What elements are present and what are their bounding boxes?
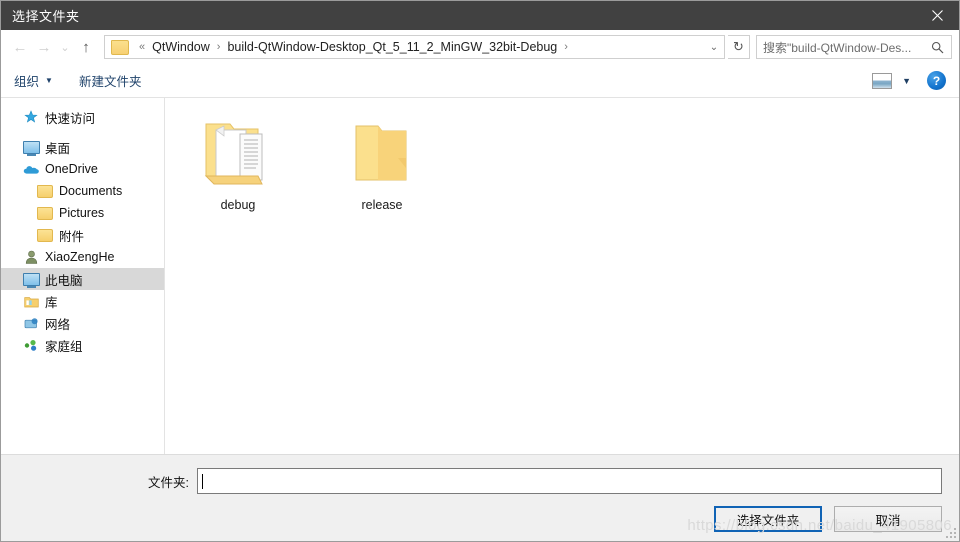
sidebar-item-label: Pictures bbox=[59, 206, 105, 220]
toolbar-right-group: ▼ ? bbox=[872, 71, 946, 90]
folder-field-row: 文件夹: bbox=[0, 455, 960, 494]
library-icon bbox=[22, 293, 40, 309]
sidebar-item-quick-access[interactable]: 快速访问 bbox=[0, 106, 164, 128]
refresh-icon[interactable]: ↻ bbox=[728, 35, 750, 59]
sidebar-item-label: 库 bbox=[45, 295, 58, 310]
homegroup-icon bbox=[22, 337, 40, 353]
sidebar-item-this-pc[interactable]: 此电脑 bbox=[0, 268, 164, 290]
select-folder-dialog: 选择文件夹 ← → ⌄ ↑ « QtWindow › build-QtWindo… bbox=[0, 0, 960, 542]
view-chevron-down-icon[interactable]: ▼ bbox=[902, 76, 911, 86]
sidebar-item-homegroup[interactable]: 家庭组 bbox=[0, 334, 164, 356]
breadcrumb-root-separator[interactable]: « bbox=[134, 41, 150, 53]
sidebar-item-label: 桌面 bbox=[45, 141, 71, 156]
recent-locations-chevron-down-icon[interactable]: ⌄ bbox=[56, 35, 74, 59]
sidebar-item-desktop[interactable]: 桌面 bbox=[0, 136, 164, 158]
navigation-pane: 快速访问 桌面 OneDrive Documents Pictures 附件 X… bbox=[0, 98, 165, 454]
monitor-icon bbox=[22, 139, 40, 156]
view-layout-icon[interactable] bbox=[872, 72, 893, 89]
breadcrumb-item-build-dir[interactable]: build-QtWindow-Desktop_Qt_5_11_2_MinGW_3… bbox=[225, 40, 559, 54]
button-row: 选择文件夹 取消 bbox=[0, 494, 960, 532]
sidebar-item-user[interactable]: XiaoZengHe bbox=[0, 246, 164, 268]
address-bar[interactable]: « QtWindow › build-QtWindow-Desktop_Qt_5… bbox=[104, 35, 725, 59]
breadcrumb-separator: › bbox=[216, 41, 221, 53]
command-toolbar: 组织 ▼ 新建文件夹 ▼ ? bbox=[0, 64, 960, 98]
sidebar-item-label: OneDrive bbox=[45, 162, 98, 176]
text-cursor bbox=[202, 473, 203, 489]
organize-button[interactable]: 组织 ▼ bbox=[14, 71, 53, 90]
forward-icon[interactable]: → bbox=[32, 35, 56, 59]
sidebar-item-label: Documents bbox=[59, 184, 123, 198]
sidebar-item-libraries[interactable]: 库 bbox=[0, 290, 164, 312]
breadcrumb-trailing-separator[interactable]: › bbox=[559, 41, 573, 53]
navigation-bar: ← → ⌄ ↑ « QtWindow › build-QtWindow-Desk… bbox=[0, 30, 960, 64]
new-folder-button[interactable]: 新建文件夹 bbox=[79, 71, 142, 90]
star-icon bbox=[22, 109, 40, 125]
folder-icon bbox=[36, 227, 54, 243]
sidebar-item-label: 附件 bbox=[59, 229, 85, 244]
breadcrumb-item-qtwindow[interactable]: QtWindow bbox=[150, 40, 212, 54]
sidebar-item-network[interactable]: 网络 bbox=[0, 312, 164, 334]
folder-icon bbox=[36, 183, 54, 199]
sidebar-item-attachments[interactable]: 附件 bbox=[0, 224, 164, 246]
folder-icon bbox=[36, 205, 54, 221]
dialog-footer: 文件夹: 选择文件夹 取消 https://blog.csdn.net/baid… bbox=[0, 454, 960, 542]
sidebar-item-documents[interactable]: Documents bbox=[0, 180, 164, 202]
window-title: 选择文件夹 bbox=[12, 8, 80, 24]
sidebar-item-label: XiaoZengHe bbox=[45, 250, 115, 264]
close-glyph bbox=[931, 9, 943, 21]
file-item-release[interactable]: release bbox=[327, 112, 437, 212]
closed-folder-icon bbox=[344, 116, 420, 188]
chevron-down-icon: ▼ bbox=[45, 76, 53, 85]
file-item-label: debug bbox=[220, 198, 256, 212]
close-icon[interactable] bbox=[914, 0, 960, 30]
user-icon bbox=[22, 249, 40, 265]
cloud-icon bbox=[22, 161, 40, 177]
sidebar-item-label: 快速访问 bbox=[45, 111, 96, 126]
search-input[interactable]: 搜索"build-QtWindow-Des... bbox=[756, 35, 952, 59]
title-bar: 选择文件夹 bbox=[0, 0, 960, 30]
help-icon[interactable]: ? bbox=[927, 71, 946, 90]
monitor-icon bbox=[22, 271, 40, 288]
sidebar-item-onedrive[interactable]: OneDrive bbox=[0, 158, 164, 180]
cancel-button[interactable]: 取消 bbox=[834, 506, 942, 532]
select-folder-button[interactable]: 选择文件夹 bbox=[714, 506, 822, 532]
file-list-pane[interactable]: debug release bbox=[165, 98, 960, 454]
dialog-body: 快速访问 桌面 OneDrive Documents Pictures 附件 X… bbox=[0, 98, 960, 454]
back-icon[interactable]: ← bbox=[8, 35, 32, 59]
folder-icon bbox=[111, 39, 129, 55]
sidebar-item-label: 此电脑 bbox=[45, 273, 83, 288]
resize-grip[interactable] bbox=[945, 528, 957, 540]
search-placeholder: 搜索"build-QtWindow-Des... bbox=[763, 40, 912, 55]
sidebar-item-label: 家庭组 bbox=[45, 339, 83, 354]
file-item-debug[interactable]: debug bbox=[183, 112, 293, 212]
address-chevron-down-icon[interactable]: ⌄ bbox=[704, 42, 724, 53]
open-folder-with-documents-icon bbox=[200, 116, 276, 188]
file-item-label: release bbox=[361, 198, 403, 212]
organize-label: 组织 bbox=[14, 75, 40, 89]
sidebar-item-pictures[interactable]: Pictures bbox=[0, 202, 164, 224]
search-icon bbox=[931, 41, 944, 53]
folder-input[interactable] bbox=[197, 468, 942, 494]
up-icon[interactable]: ↑ bbox=[74, 35, 98, 59]
network-icon bbox=[22, 315, 40, 331]
folder-label: 文件夹: bbox=[148, 475, 189, 490]
sidebar-item-label: 网络 bbox=[45, 317, 71, 332]
